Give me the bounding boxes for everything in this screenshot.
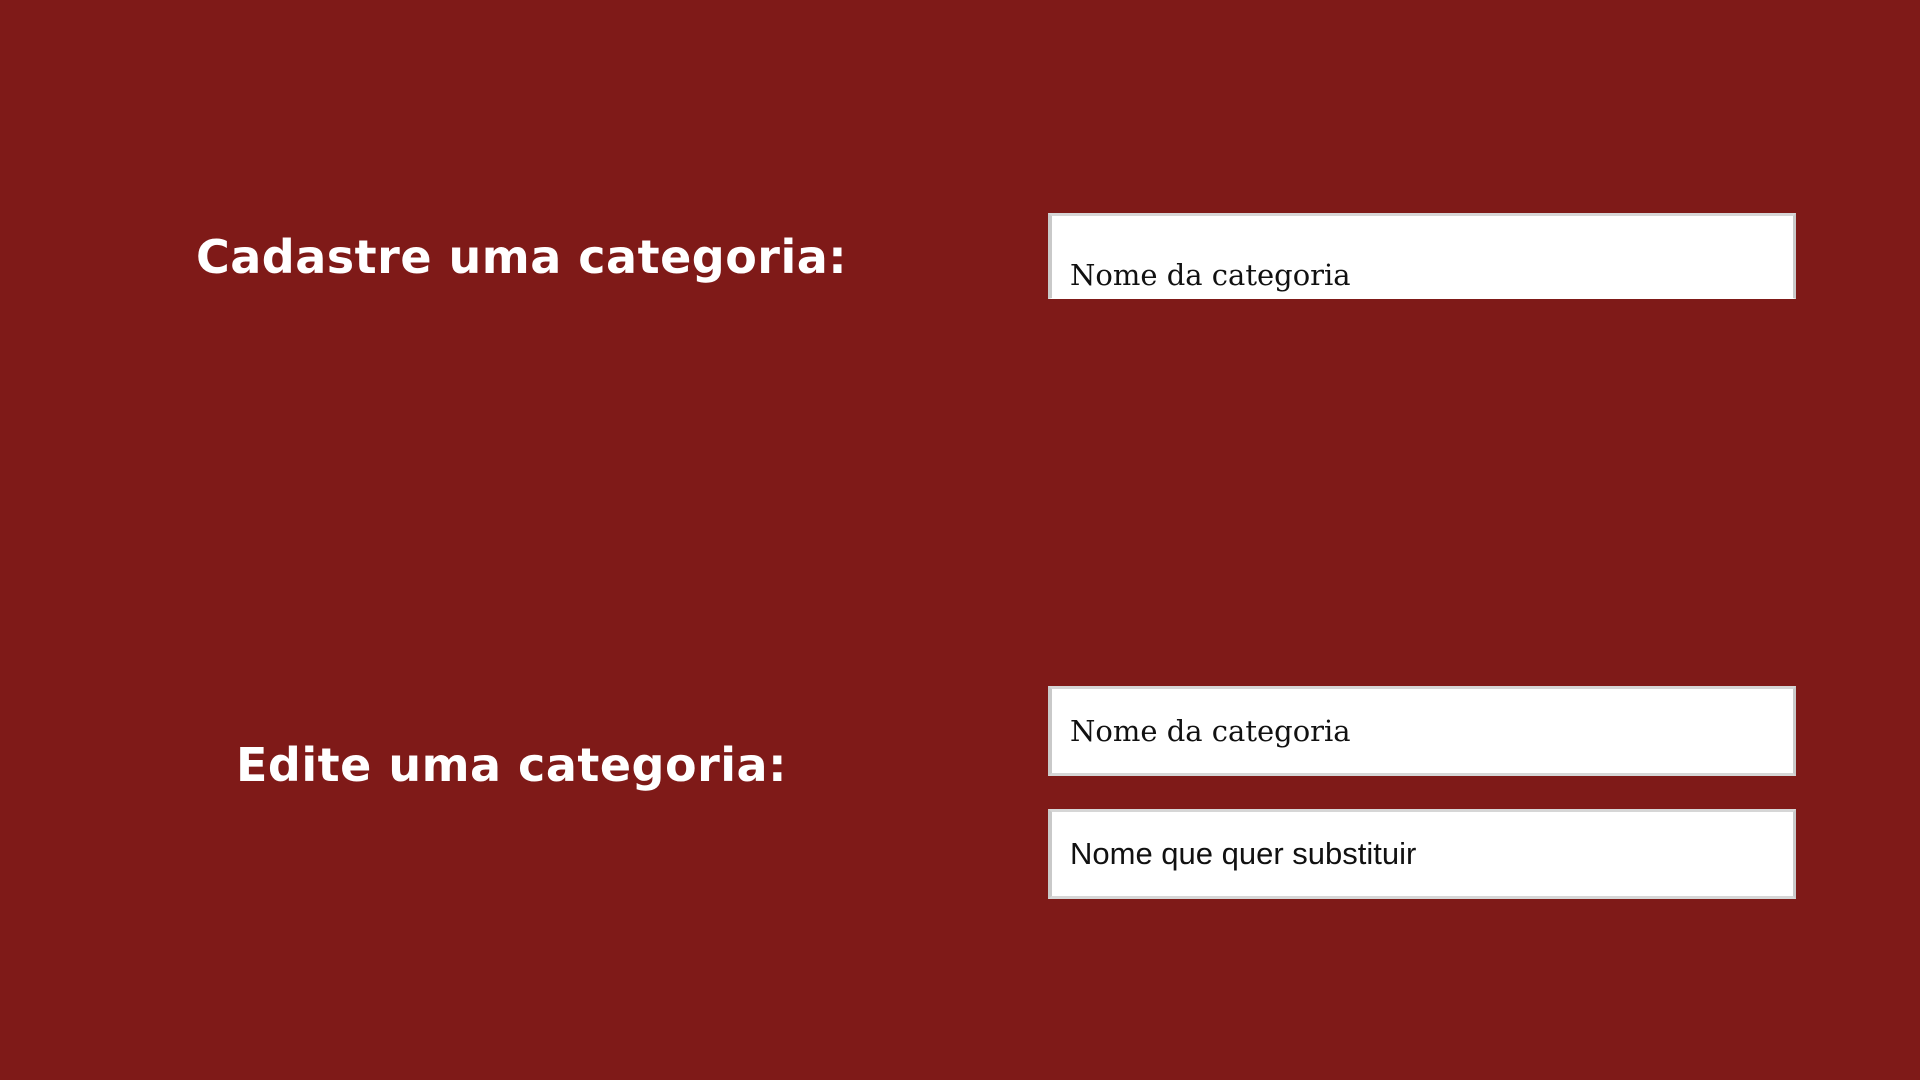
page: { "theme": { "background": "#7f1a18", "t… [0, 0, 1920, 1080]
create-category-name-input[interactable]: Nome da categoria [1048, 213, 1796, 299]
create-category-name-placeholder: Nome da categoria [1070, 258, 1351, 292]
edit-category-name-input[interactable]: Nome da categoria [1048, 686, 1796, 776]
edit-category-replace-placeholder: Nome que quer substituir [1070, 836, 1417, 871]
edit-category-title: Edite uma categoria: [236, 738, 787, 792]
edit-category-replace-input[interactable]: Nome que quer substituir [1048, 809, 1796, 899]
edit-category-name-placeholder: Nome da categoria [1070, 714, 1351, 748]
create-category-title: Cadastre uma categoria: [196, 230, 848, 284]
